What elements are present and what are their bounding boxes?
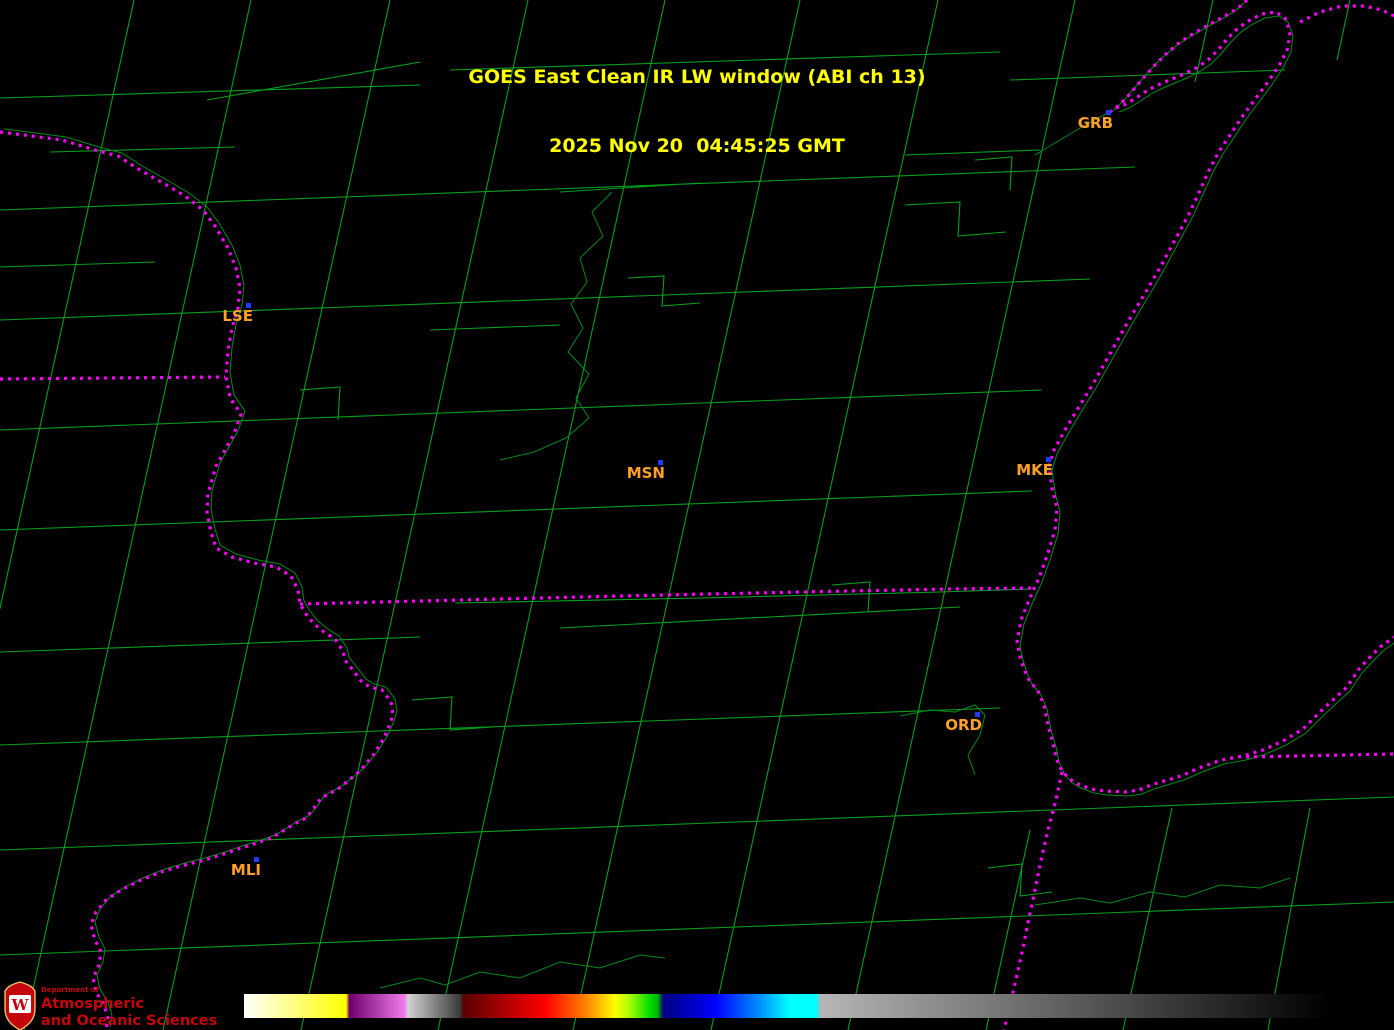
goes-satellite-viewer: { "header": { "title": "GOES East Clean … <box>0 0 1394 1030</box>
station-code-label: MKE <box>1016 461 1053 479</box>
map-canvas: GOES East Clean IR LW window (ABI ch 13)… <box>0 0 1394 1030</box>
logo-department-line: Department of <box>41 986 99 994</box>
logo-text: Department of Atmospheric and Oceanic Sc… <box>41 981 217 1028</box>
crest-letter: W <box>11 996 30 1014</box>
station-code-label: ORD <box>945 716 982 734</box>
station-code-label: MSN <box>626 464 665 482</box>
logo-line2: and Oceanic Sciences <box>41 1012 218 1029</box>
station-code-label: LSE <box>222 307 253 325</box>
ir-temperature-colorbar <box>244 994 1330 1018</box>
station-code-label: MLI <box>230 861 261 879</box>
station-code-label: GRB <box>1077 114 1113 132</box>
uw-aos-logo: W Department of Atmospheric and Oceanic … <box>3 981 217 1030</box>
uw-crest-icon: W <box>4 981 36 1030</box>
logo-line1: Atmospheric <box>41 996 145 1012</box>
station-markers: GRB LSE MSN MKE ORD MLI <box>0 0 1394 1030</box>
